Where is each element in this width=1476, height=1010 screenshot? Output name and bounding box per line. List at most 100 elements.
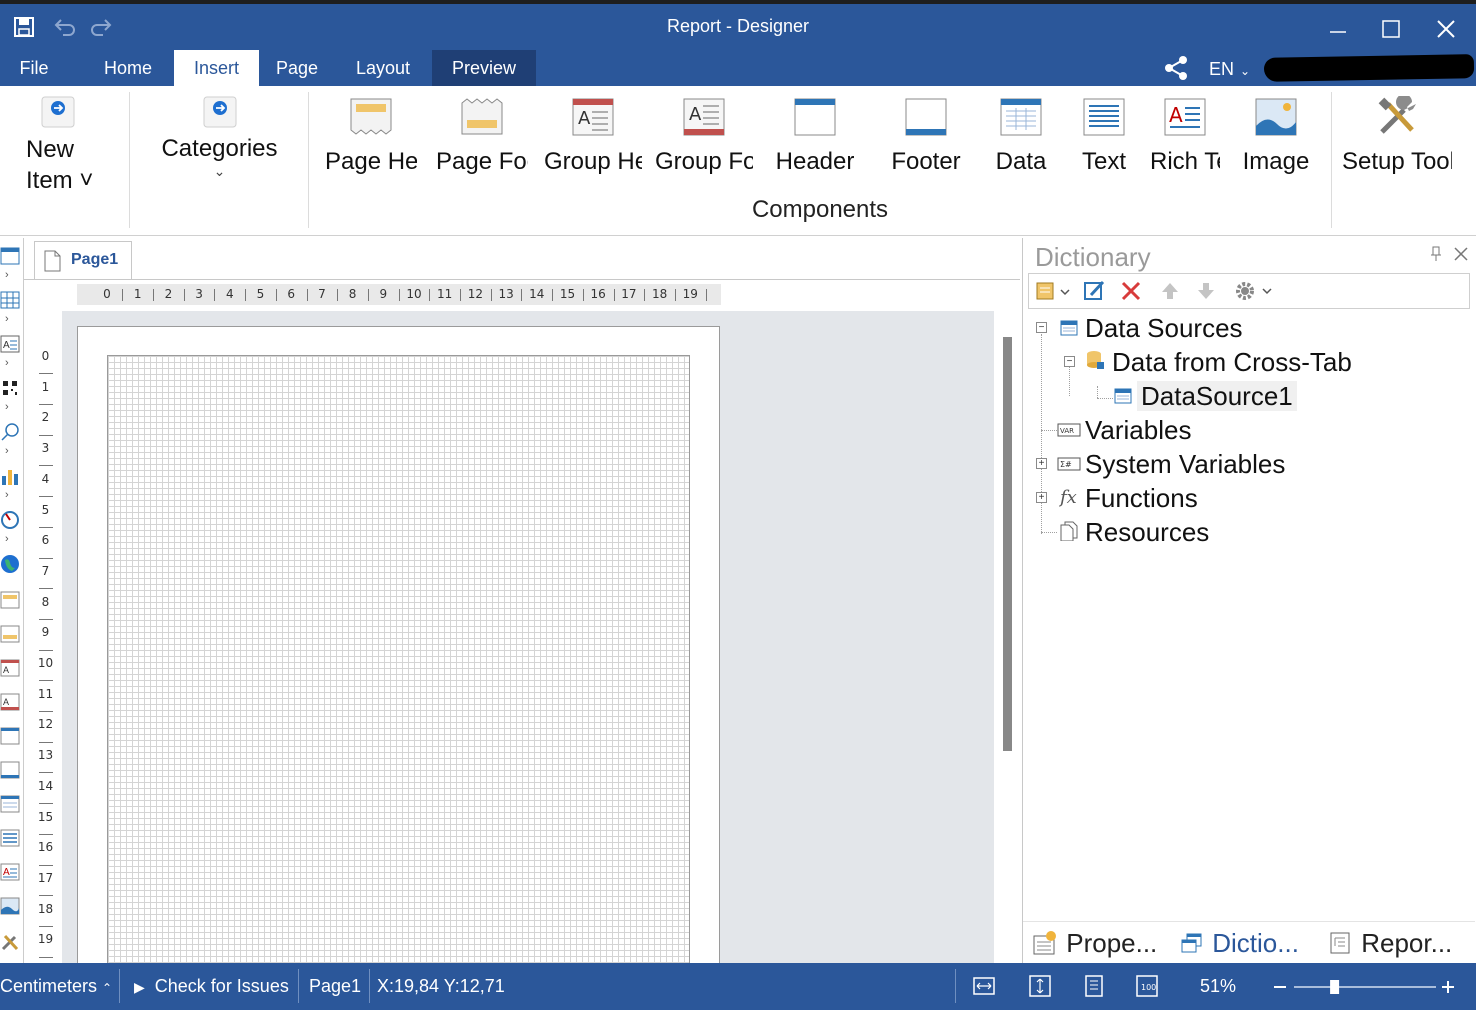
new-item-icon[interactable] bbox=[1035, 280, 1073, 304]
zoom-level: 51% bbox=[1200, 976, 1237, 996]
svg-text:Σ#: Σ# bbox=[1060, 460, 1072, 469]
expand-toggle[interactable]: + bbox=[1036, 458, 1047, 469]
header-button[interactable]: Header bbox=[766, 96, 864, 175]
footer-button[interactable]: Footer bbox=[878, 96, 974, 175]
close-button[interactable] bbox=[1426, 12, 1466, 46]
text-component-icon[interactable]: A bbox=[0, 334, 22, 354]
hruler-label: 15 bbox=[559, 287, 576, 301]
map-icon[interactable] bbox=[0, 554, 22, 574]
text-button[interactable]: Text bbox=[1068, 96, 1140, 175]
page-header-icon[interactable] bbox=[0, 590, 22, 610]
group-footer-button[interactable]: A Group Footer bbox=[655, 96, 753, 175]
minimize-button[interactable] bbox=[1318, 12, 1358, 46]
tab-page[interactable]: Page bbox=[266, 50, 328, 86]
tab-dictionary[interactable]: Dictio... bbox=[1179, 926, 1299, 960]
shape-icon[interactable] bbox=[0, 422, 22, 442]
setup-toolbox-button[interactable]: Setup Toolbox bbox=[1342, 96, 1452, 175]
variables-icon: VAR bbox=[1057, 423, 1081, 437]
tab-properties[interactable]: Prope... bbox=[1031, 926, 1157, 960]
chevron-right-icon[interactable]: › bbox=[5, 270, 15, 281]
tab-file[interactable]: File bbox=[0, 50, 68, 86]
group-header-icon[interactable]: A bbox=[0, 658, 22, 678]
chevron-right-icon[interactable]: › bbox=[5, 490, 15, 501]
categories-icon bbox=[203, 96, 237, 130]
close-icon[interactable] bbox=[1453, 246, 1469, 262]
chevron-right-icon[interactable]: › bbox=[5, 534, 15, 545]
rich-text-icon[interactable]: A bbox=[0, 862, 22, 882]
tab-preview[interactable]: Preview bbox=[432, 50, 536, 86]
language-selector[interactable]: EN ⌄ bbox=[1209, 50, 1250, 86]
chevron-down-icon: ⌄ bbox=[213, 163, 226, 179]
group-header-button[interactable]: A Group Header bbox=[544, 96, 642, 175]
text-icon bbox=[1083, 98, 1125, 136]
tree-data-sources[interactable]: Data Sources bbox=[1085, 313, 1243, 343]
whole-page-icon[interactable] bbox=[1082, 975, 1106, 997]
text-icon[interactable] bbox=[0, 828, 22, 848]
tools-icon[interactable] bbox=[0, 932, 22, 952]
categories-button[interactable]: Categories ⌄ bbox=[142, 96, 297, 178]
maximize-button[interactable] bbox=[1371, 12, 1411, 46]
tab-insert[interactable]: Insert bbox=[174, 50, 259, 86]
tab-layout[interactable]: Layout bbox=[344, 50, 422, 86]
tree-resources[interactable]: Resources bbox=[1085, 517, 1209, 547]
image-button[interactable]: Image bbox=[1232, 96, 1320, 175]
band-icon[interactable] bbox=[0, 246, 22, 266]
pin-icon[interactable] bbox=[1429, 246, 1443, 262]
tab-home[interactable]: Home bbox=[90, 50, 166, 86]
chart-icon[interactable] bbox=[0, 466, 22, 486]
group-footer-icon[interactable]: A bbox=[0, 692, 22, 712]
zoom-slider[interactable] bbox=[1270, 979, 1470, 995]
header-band-icon[interactable] bbox=[0, 726, 22, 746]
tab-page1[interactable]: Page1 bbox=[34, 241, 132, 279]
cross-band-icon[interactable] bbox=[0, 290, 22, 310]
arrow-up-icon[interactable] bbox=[1159, 280, 1181, 302]
edit-icon[interactable] bbox=[1083, 279, 1107, 303]
tree-system-variables[interactable]: System Variables bbox=[1085, 449, 1285, 479]
image-icon bbox=[1255, 98, 1297, 136]
hruler-label: 0 bbox=[103, 287, 111, 301]
arrow-down-icon[interactable] bbox=[1195, 280, 1217, 302]
tab-report-tree[interactable]: Repor... bbox=[1328, 926, 1452, 960]
tree-data-from-cross-tab[interactable]: Data from Cross-Tab bbox=[1112, 347, 1352, 377]
tree-datasource1[interactable]: DataSource1 bbox=[1137, 381, 1297, 411]
gear-icon[interactable] bbox=[1233, 279, 1277, 303]
rich-text-button[interactable]: A Rich Text bbox=[1150, 96, 1220, 175]
actual-size-icon[interactable]: 100 bbox=[1135, 975, 1159, 997]
new-item-button[interactable]: New Item ˅ bbox=[18, 96, 98, 196]
chevron-right-icon[interactable]: › bbox=[5, 314, 15, 325]
delete-icon[interactable] bbox=[1119, 279, 1143, 303]
vruler-label: 10 bbox=[37, 656, 54, 670]
vruler-label: 9 bbox=[41, 625, 50, 640]
data-button[interactable]: Data bbox=[984, 96, 1058, 175]
tree-variables[interactable]: Variables bbox=[1085, 415, 1191, 445]
collapse-toggle[interactable]: − bbox=[1036, 322, 1047, 333]
chevron-right-icon[interactable]: › bbox=[5, 358, 15, 369]
data-band-icon[interactable] bbox=[0, 794, 22, 814]
hruler-tick bbox=[460, 289, 462, 301]
fit-height-icon[interactable] bbox=[1028, 975, 1052, 997]
page-footer-button[interactable]: Page Footer bbox=[436, 96, 528, 175]
expand-toggle[interactable]: + bbox=[1036, 492, 1047, 503]
categories-label: Categories bbox=[161, 135, 278, 162]
barcode-icon[interactable] bbox=[0, 378, 22, 398]
footer-band-icon[interactable] bbox=[0, 760, 22, 780]
image-icon[interactable] bbox=[0, 896, 22, 916]
collapse-toggle[interactable]: − bbox=[1064, 356, 1075, 367]
chevron-right-icon[interactable]: › bbox=[5, 402, 15, 413]
chevron-right-icon[interactable]: › bbox=[5, 446, 15, 457]
tree-functions[interactable]: Functions bbox=[1085, 483, 1198, 513]
vruler-tick bbox=[39, 772, 53, 774]
scrollbar-thumb[interactable] bbox=[1003, 337, 1012, 751]
ribbon-separator bbox=[129, 92, 130, 228]
page-header-button[interactable]: Page Header bbox=[325, 96, 417, 175]
page-footer-icon[interactable] bbox=[0, 624, 22, 644]
check-for-issues-button[interactable]: ▶ Check for Issues bbox=[134, 963, 289, 1010]
dictionary-panel: Dictionary − Data Sources − Data from Cr… bbox=[1022, 238, 1475, 963]
units-selector[interactable]: Centimeters ⌃ bbox=[0, 963, 112, 1010]
gauge-icon[interactable] bbox=[0, 510, 22, 530]
group-header-icon: A bbox=[572, 98, 614, 136]
page-grid[interactable] bbox=[107, 355, 690, 965]
svg-text:A: A bbox=[578, 108, 591, 129]
share-icon[interactable] bbox=[1162, 54, 1192, 82]
fit-width-icon[interactable] bbox=[972, 975, 996, 997]
